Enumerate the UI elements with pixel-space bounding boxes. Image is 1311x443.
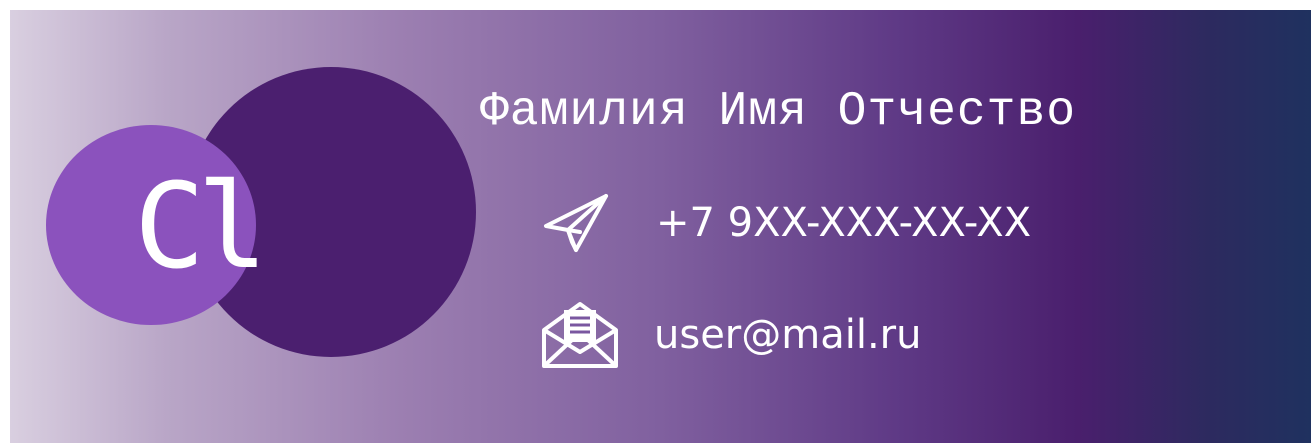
logo: Cl (10, 10, 490, 443)
paper-plane-icon (540, 188, 624, 258)
full-name: Фамилия Имя Отчество (480, 85, 1077, 139)
business-card: Cl Фамилия Имя Отчество +7 9XX-XXX-XX-XX (10, 10, 1311, 443)
logo-text: Cl (134, 157, 268, 295)
phone-number[interactable]: +7 9XX-XXX-XX-XX (656, 188, 1031, 258)
email-row: user@mail.ru (540, 300, 921, 370)
email-address[interactable]: user@mail.ru (654, 300, 921, 370)
phone-row: +7 9XX-XXX-XX-XX (540, 188, 1031, 258)
open-envelope-icon (540, 300, 624, 370)
